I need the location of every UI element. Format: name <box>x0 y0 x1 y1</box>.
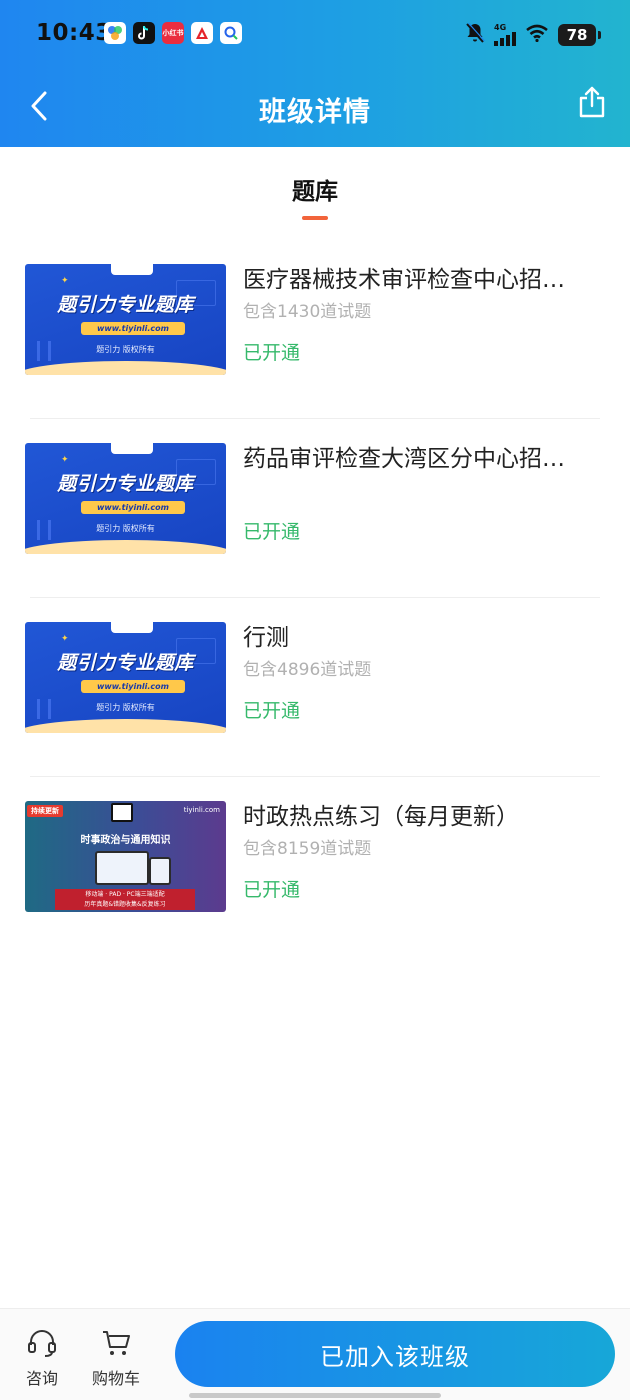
network-type: 4G <box>494 23 507 32</box>
thumbnail-brand: 题引力专业题库 <box>57 473 194 495</box>
headset-icon <box>27 1329 57 1361</box>
logo-icon <box>111 264 153 275</box>
wave-decoration <box>25 540 226 554</box>
mute-bell-icon <box>465 22 485 48</box>
item-status: 已开通 <box>243 700 301 722</box>
thumbnail-headline: 时事政治与通用知识 <box>80 835 171 846</box>
thumbnail-copyright: 题引力 版权所有 <box>96 345 155 354</box>
item-title: 药品审评检查大湾区分中心招… <box>243 446 565 472</box>
item-info: 时政热点练习（每月更新） 包含8159道试题 已开通 <box>243 801 593 904</box>
star-icon: ✦ <box>61 634 69 644</box>
course-thumbnail: ✦ 题引力专业题库 www.tiyinli.com 题引力 版权所有 <box>25 264 226 375</box>
thumbnail-site: tiyinli.com <box>183 806 220 814</box>
photos-app-icon <box>104 22 126 44</box>
wave-decoration <box>25 719 226 733</box>
star-icon: ✦ <box>61 455 69 465</box>
consult-label: 咨询 <box>26 1369 59 1388</box>
tab-question-bank[interactable]: 题库 <box>0 172 630 220</box>
share-button[interactable] <box>576 86 608 122</box>
status-bar: 10:43 小红书 4G 78 <box>0 0 630 70</box>
thumbnail-url: www.tiyinli.com <box>81 322 185 335</box>
page-title: 班级详情 <box>259 97 371 128</box>
share-icon <box>578 86 606 122</box>
status-time: 10:43 <box>36 20 112 46</box>
logo-icon <box>111 622 153 633</box>
thumbnail-copyright: 题引力 版权所有 <box>96 703 155 712</box>
tiktok-app-icon <box>133 22 155 44</box>
acrobat-app-icon <box>191 22 213 44</box>
cart-label: 购物车 <box>92 1369 141 1388</box>
join-class-button[interactable]: 已加入该班级 <box>175 1321 615 1387</box>
item-info: 药品审评检查大湾区分中心招… 已开通 <box>243 443 593 546</box>
tablet-icon <box>95 851 149 885</box>
thumbnail-copyright: 题引力 版权所有 <box>96 524 155 533</box>
home-indicator <box>189 1393 441 1398</box>
cart-button[interactable]: 购物车 <box>92 1329 140 1389</box>
arrow-decoration <box>37 699 51 719</box>
search-app-icon <box>220 22 242 44</box>
wave-decoration <box>25 361 226 375</box>
tab-label: 题库 <box>292 179 338 205</box>
course-thumbnail: 持续更新 tiyinli.com 时事政治与通用知识 移动端 · PAD · P… <box>25 801 226 912</box>
thumbnail-url: www.tiyinli.com <box>81 501 185 514</box>
thumbnail-brand: 题引力专业题库 <box>57 294 194 316</box>
notification-app-icons: 小红书 <box>104 22 242 44</box>
tab-active-indicator <box>302 216 328 220</box>
item-title: 时政热点练习（每月更新） <box>243 804 519 830</box>
item-count: 包含4896道试题 <box>243 660 372 680</box>
thumbnail-brand: 题引力专业题库 <box>57 652 194 674</box>
logo-icon <box>111 443 153 454</box>
arrow-decoration <box>37 520 51 540</box>
item-count: 包含8159道试题 <box>243 839 372 859</box>
item-count <box>243 480 593 502</box>
arrow-decoration <box>37 341 51 361</box>
item-title: 医疗器械技术审评检查中心招… <box>243 267 565 293</box>
consult-button[interactable]: 咨询 <box>26 1329 58 1389</box>
item-info: 医疗器械技术审评检查中心招… 包含1430道试题 已开通 <box>243 264 593 367</box>
status-right: 4G 78 <box>465 22 601 48</box>
thumbnail-feature-bar: 移动端 · PAD · PC端三端适配 历年真题&错题收集&反复练习 <box>55 889 195 910</box>
feature-line-2: 历年真题&错题收集&反复练习 <box>84 901 166 908</box>
course-thumbnail: ✦ 题引力专业题库 www.tiyinli.com 题引力 版权所有 <box>25 443 226 554</box>
item-info: 行测 包含4896道试题 已开通 <box>243 622 593 725</box>
signal-icon: 4G <box>494 24 516 46</box>
nav-bar: 班级详情 <box>0 70 630 147</box>
item-status: 已开通 <box>243 342 301 364</box>
item-status: 已开通 <box>243 879 301 901</box>
bottom-bar: 咨询 购物车 已加入该班级 <box>0 1308 630 1400</box>
item-status: 已开通 <box>243 521 301 543</box>
header: 10:43 小红书 4G 78 班级详情 <box>0 0 630 147</box>
list-item[interactable]: 持续更新 tiyinli.com 时事政治与通用知识 移动端 · PAD · P… <box>0 777 630 956</box>
update-badge: 持续更新 <box>27 805 63 817</box>
list-item[interactable]: ✦ 题引力专业题库 www.tiyinli.com 题引力 版权所有 行测 包含… <box>0 598 630 777</box>
battery-indicator: 78 <box>558 24 601 46</box>
feature-line-1: 移动端 · PAD · PC端三端适配 <box>85 891 165 898</box>
item-title: 行测 <box>243 625 289 651</box>
thumbnail-url: www.tiyinli.com <box>81 680 185 693</box>
cart-icon <box>101 1329 131 1361</box>
xiaohongshu-app-icon: 小红书 <box>162 22 184 44</box>
list-item[interactable]: ✦ 题引力专业题库 www.tiyinli.com 题引力 版权所有 药品审评检… <box>0 419 630 598</box>
logo-icon <box>111 803 133 822</box>
wifi-icon <box>525 24 549 46</box>
question-bank-list: ✦ 题引力专业题库 www.tiyinli.com 题引力 版权所有 医疗器械技… <box>0 240 630 956</box>
phone-icon <box>149 857 171 885</box>
star-icon: ✦ <box>61 276 69 286</box>
list-item[interactable]: ✦ 题引力专业题库 www.tiyinli.com 题引力 版权所有 医疗器械技… <box>0 240 630 419</box>
item-count: 包含1430道试题 <box>243 302 372 322</box>
course-thumbnail: ✦ 题引力专业题库 www.tiyinli.com 题引力 版权所有 <box>25 622 226 733</box>
